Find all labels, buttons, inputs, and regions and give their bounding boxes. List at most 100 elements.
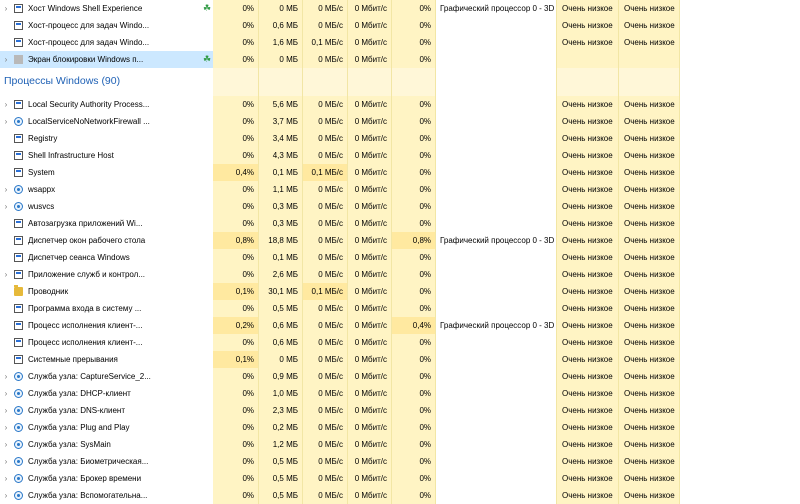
disk-cell: 0 МБ/с [303, 198, 348, 215]
gpu-engine-cell: Графический процессор 0 - 3D [436, 0, 557, 17]
leaf-icon: ☘ [203, 3, 212, 13]
process-row[interactable]: › wusvcs 0% 0,3 МБ 0 МБ/с 0 Мбит/с 0% Очень низ… [0, 198, 800, 215]
chevron-right-icon[interactable]: › [2, 385, 10, 402]
process-name: Shell Infrastructure Host [28, 151, 114, 160]
process-name: Хост Windows Shell Experience [28, 4, 143, 13]
process-row[interactable]: › wsappx 0% 1,1 МБ 0 МБ/с 0 Мбит/с 0% Очень низ… [0, 181, 800, 198]
chevron-right-icon[interactable]: › [2, 402, 10, 419]
process-row[interactable]: Диспетчер сеанса Windows 0% 0,1 МБ 0 МБ/с 0 … [0, 249, 800, 266]
process-row[interactable]: Автозагрузка приложений Wi... 0% 0,3 МБ 0 М… [0, 215, 800, 232]
process-row[interactable]: › Служба узла: Plug and Play 0% 0,2 МБ 0 МБ/… [0, 419, 800, 436]
process-row[interactable]: Системные прерывания 0,1% 0 МБ 0 МБ/с 0 Мбит… [0, 351, 800, 368]
process-row[interactable]: System 0,4% 0,1 МБ 0,1 МБ/с 0 Мбит/с 0% Очень … [0, 164, 800, 181]
power-usage-cell: Очень низкое [557, 34, 619, 51]
cpu-cell: 0% [213, 17, 259, 34]
gpu-engine-cell [436, 215, 557, 232]
gpu-engine-cell [436, 487, 557, 504]
process-name: Служба узла: DNS-клиент [28, 406, 125, 415]
gpu-cell: 0% [392, 436, 436, 453]
chevron-right-icon[interactable]: › [2, 470, 10, 487]
process-row[interactable]: Shell Infrastructure Host 0% 4,3 МБ 0 МБ/с 0… [0, 147, 800, 164]
chevron-right-icon[interactable]: › [2, 368, 10, 385]
chevron-right-icon[interactable]: › [2, 96, 10, 113]
process-row[interactable]: › Служба узла: SysMain 0% 1,2 МБ 0 МБ/с 0 Мби… [0, 436, 800, 453]
process-row[interactable]: Хост-процесс для задач Windo... 0% 0,6 МБ 0… [0, 17, 800, 34]
power-usage-cell: Очень низкое [557, 470, 619, 487]
gear-icon [14, 440, 23, 449]
process-row[interactable]: › Служба узла: Вспомогательна... 0% 0,5 МБ 0… [0, 487, 800, 504]
process-name: Хост-процесс для задач Windo... [28, 38, 150, 47]
process-row[interactable]: › Служба узла: Биометрическая... 0% 0,5 МБ 0… [0, 453, 800, 470]
gpu-cell: 0% [392, 181, 436, 198]
memory-cell: 0,6 МБ [259, 334, 303, 351]
chevron-right-icon[interactable]: › [2, 198, 10, 215]
network-cell: 0 Мбит/с [348, 147, 392, 164]
chevron-right-icon[interactable]: › [2, 113, 10, 130]
frame-icon [14, 253, 23, 262]
gpu-cell: 0% [392, 334, 436, 351]
cpu-cell: 0% [213, 453, 259, 470]
process-row[interactable]: › LocalServiceNoNetworkFirewall ... 0% 3,7 … [0, 113, 800, 130]
memory-cell: 1,0 МБ [259, 385, 303, 402]
process-row[interactable]: Процесс исполнения клиент-... 0,2% 0,6 МБ 0… [0, 317, 800, 334]
process-row[interactable]: Проводник 0,1% 30,1 МБ 0,1 МБ/с 0 Мбит/с 0% Оч… [0, 283, 800, 300]
group-header-windows-processes[interactable]: Процессы Windows (90) [0, 68, 800, 96]
frame-icon [14, 4, 23, 13]
process-row[interactable]: Процесс исполнения клиент-... 0% 0,6 МБ 0 М… [0, 334, 800, 351]
process-row[interactable]: › Служба узла: DHCP-клиент 0% 1,0 МБ 0 МБ/с 0… [0, 385, 800, 402]
gpu-cell: 0% [392, 113, 436, 130]
frame-icon [14, 355, 23, 364]
chevron-right-icon[interactable]: › [2, 453, 10, 470]
process-row[interactable]: › Приложение служб и контрол... 0% 2,6 МБ 0 … [0, 266, 800, 283]
chevron-right-icon[interactable]: › [2, 419, 10, 436]
process-row[interactable]: › Экран блокировки Windows п... ☘ 0% 0 МБ 0 М… [0, 51, 800, 68]
power-trend-cell: Очень низкое [619, 266, 680, 283]
process-row[interactable]: Диспетчер окон рабочего стола 0,8% 18,8 МБ… [0, 232, 800, 249]
process-name: Диспетчер окон рабочего стола [28, 236, 146, 245]
process-name: Автозагрузка приложений Wi... [28, 219, 143, 228]
chevron-right-icon[interactable]: › [2, 436, 10, 453]
gpu-engine-cell [436, 34, 557, 51]
process-name: Служба узла: Биометрическая... [28, 457, 149, 466]
process-row[interactable]: Хост-процесс для задач Windo... 0% 1,6 МБ 0… [0, 34, 800, 51]
gpu-cell: 0% [392, 130, 436, 147]
process-row[interactable]: › Служба узла: CaptureService_2... 0% 0,9 М… [0, 368, 800, 385]
memory-cell: 2,6 МБ [259, 266, 303, 283]
process-name: Служба узла: Брокер времени [28, 474, 142, 483]
cpu-cell: 0% [213, 198, 259, 215]
process-name: Хост-процесс для задач Windo... [28, 21, 150, 30]
process-name-cell: Хост-процесс для задач Windo... [0, 17, 213, 34]
gpu-engine-cell [436, 351, 557, 368]
power-usage-cell: Очень низкое [557, 368, 619, 385]
power-usage-cell: Очень низкое [557, 215, 619, 232]
power-trend-cell: Очень низкое [619, 96, 680, 113]
chevron-right-icon[interactable]: › [2, 0, 10, 17]
process-row[interactable]: › Служба узла: Брокер времени 0% 0,5 МБ 0 МБ… [0, 470, 800, 487]
chevron-right-icon[interactable]: › [2, 51, 10, 68]
gear-icon [14, 406, 23, 415]
network-cell: 0 Мбит/с [348, 402, 392, 419]
memory-cell: 3,7 МБ [259, 113, 303, 130]
process-name-cell: › Служба узла: SysMain [0, 436, 213, 453]
chevron-right-icon[interactable]: › [2, 487, 10, 504]
group-filler-cell [619, 68, 680, 96]
frame-icon [14, 21, 23, 30]
disk-cell: 0 МБ/с [303, 385, 348, 402]
memory-cell: 0,5 МБ [259, 453, 303, 470]
chevron-right-icon[interactable]: › [2, 181, 10, 198]
process-row[interactable]: Программа входа в систему ... 0% 0,5 МБ 0 М… [0, 300, 800, 317]
memory-cell: 0 МБ [259, 0, 303, 17]
network-cell: 0 Мбит/с [348, 351, 392, 368]
process-row[interactable]: › Хост Windows Shell Experience ☘ 0% 0 МБ 0 М… [0, 0, 800, 17]
network-cell: 0 Мбит/с [348, 0, 392, 17]
process-row[interactable]: Registry 0% 3,4 МБ 0 МБ/с 0 Мбит/с 0% Очень ни… [0, 130, 800, 147]
process-name-cell: › Служба узла: CaptureService_2... [0, 368, 213, 385]
process-name-cell: › wusvcs [0, 198, 213, 215]
disk-cell: 0 МБ/с [303, 215, 348, 232]
process-row[interactable]: › Local Security Authority Process... 0% 5,… [0, 96, 800, 113]
process-row[interactable]: › Служба узла: DNS-клиент 0% 2,3 МБ 0 МБ/с 0 … [0, 402, 800, 419]
network-cell: 0 Мбит/с [348, 266, 392, 283]
memory-cell: 2,3 МБ [259, 402, 303, 419]
process-name: Служба узла: Plug and Play [28, 423, 130, 432]
chevron-right-icon[interactable]: › [2, 266, 10, 283]
